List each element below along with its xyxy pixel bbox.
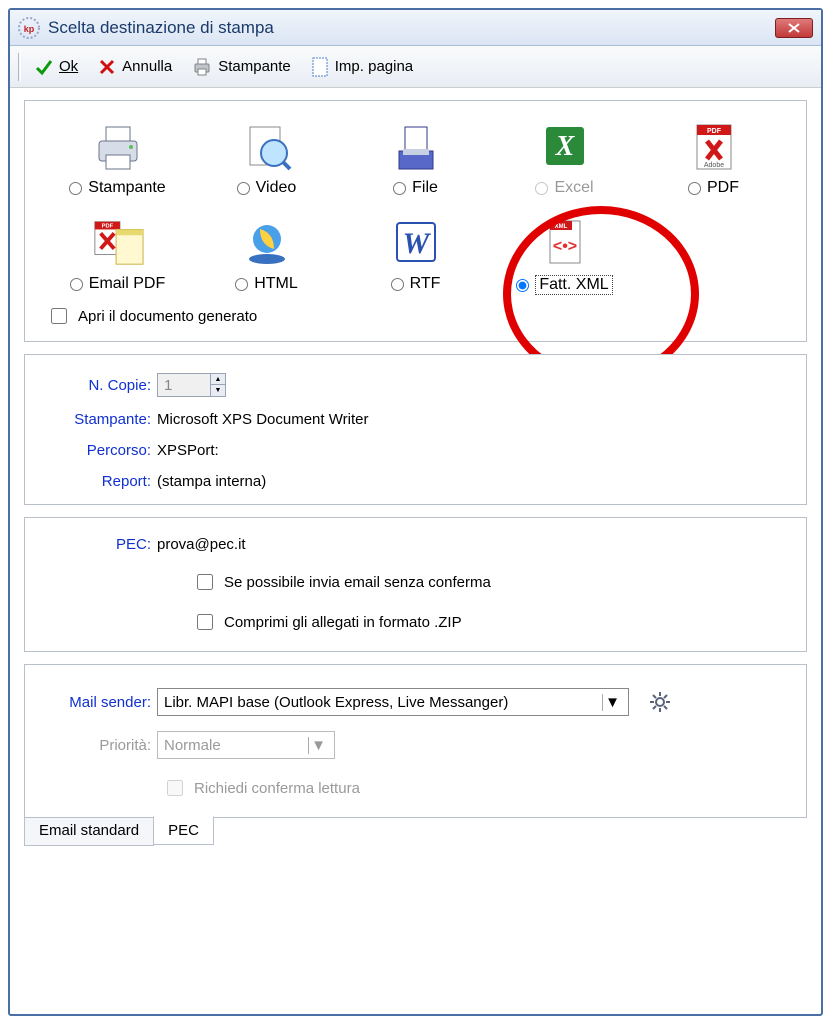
svg-text:PDF: PDF xyxy=(707,128,722,135)
toolbar-separator xyxy=(18,53,21,81)
destination-group: Stampante Video File X xyxy=(24,100,807,342)
percorso-value: XPSPort: xyxy=(157,442,219,459)
report-label: Report: xyxy=(45,473,157,490)
pec-group: PEC: prova@pec.it Se possibile invia ema… xyxy=(24,517,807,652)
xml-dest-icon: XML <•> xyxy=(538,215,592,269)
mail-settings-button[interactable] xyxy=(643,687,677,717)
svg-text:Adobe: Adobe xyxy=(703,162,723,169)
tab-email-standard[interactable]: Email standard xyxy=(24,817,154,846)
title-bar: kp Scelta destinazione di stampa xyxy=(10,10,821,46)
priorita-label: Priorità: xyxy=(45,737,157,754)
stampante-label: Stampante: xyxy=(45,411,157,428)
stampante-value: Microsoft XPS Document Writer xyxy=(157,411,368,428)
spin-up[interactable]: ▲ xyxy=(211,374,225,385)
confirm-read-checkbox: Richiedi conferma lettura xyxy=(163,777,360,799)
pec-label: PEC: xyxy=(45,536,157,553)
pdf-dest-icon: PDF Adobe xyxy=(687,119,741,173)
excel-dest-icon: X xyxy=(538,119,592,173)
radio-file[interactable]: File xyxy=(393,179,438,197)
radio-rtf[interactable]: RTF xyxy=(391,275,441,293)
app-icon: kp xyxy=(18,17,40,39)
ncopie-spinner[interactable]: ▲▼ xyxy=(157,373,226,397)
svg-text:PDF: PDF xyxy=(101,224,113,230)
printer-dest-icon xyxy=(91,119,145,173)
send-noconfirm-checkbox[interactable]: Se possibile invia email senza conferma xyxy=(193,571,491,593)
mail-sender-group: Mail sender: Libr. MAPI base (Outlook Ex… xyxy=(24,664,807,818)
html-dest-icon xyxy=(240,215,294,269)
ncopie-label: N. Copie: xyxy=(45,377,157,394)
tab-pec[interactable]: PEC xyxy=(153,816,214,845)
svg-text:kp: kp xyxy=(24,24,35,34)
pec-email: prova@pec.it xyxy=(157,536,246,553)
check-icon xyxy=(35,58,53,76)
page-icon xyxy=(311,57,329,77)
content-area: Stampante Video File X xyxy=(10,88,821,858)
x-icon xyxy=(98,58,116,76)
radio-pdf[interactable]: PDF xyxy=(688,179,739,197)
radio-html[interactable]: HTML xyxy=(235,275,298,293)
file-dest-icon xyxy=(389,119,443,173)
window-title: Scelta destinazione di stampa xyxy=(48,18,775,38)
compress-zip-checkbox[interactable]: Comprimi gli allegati in formato .ZIP xyxy=(193,611,462,633)
page-setup-button[interactable]: Imp. pagina xyxy=(301,53,423,81)
radio-excel[interactable]: Excel xyxy=(535,179,593,197)
priorita-select: Normale ▼ xyxy=(157,731,335,759)
radio-stampante[interactable]: Stampante xyxy=(69,179,165,197)
video-dest-icon xyxy=(240,119,294,173)
mailsender-select[interactable]: Libr. MAPI base (Outlook Express, Live M… xyxy=(157,688,629,716)
dropdown-arrow-icon[interactable]: ▼ xyxy=(602,694,622,711)
dialog-window: kp Scelta destinazione di stampa Ok Annu… xyxy=(8,8,823,1016)
close-button[interactable] xyxy=(775,18,813,38)
toolbar: Ok Annulla Stampante Imp. pagina xyxy=(10,46,821,88)
svg-text:XML: XML xyxy=(554,224,567,230)
svg-text:W: W xyxy=(402,227,431,260)
percorso-label: Percorso: xyxy=(45,442,157,459)
emailpdf-dest-icon: PDF xyxy=(91,215,145,269)
gear-icon xyxy=(649,691,671,713)
mail-tabs: Email standard PEC xyxy=(24,817,807,846)
ok-button[interactable]: Ok xyxy=(25,54,88,80)
rtf-dest-icon: W xyxy=(389,215,443,269)
report-value: (stampa interna) xyxy=(157,473,266,490)
cancel-button[interactable]: Annulla xyxy=(88,54,182,80)
radio-fattxml[interactable]: Fatt. XML xyxy=(516,275,612,295)
mailsender-label: Mail sender: xyxy=(45,694,157,711)
radio-video[interactable]: Video xyxy=(237,179,297,197)
print-info-group: N. Copie: ▲▼ Stampante: Microsoft XPS Do… xyxy=(24,354,807,505)
dropdown-arrow-icon: ▼ xyxy=(308,737,328,754)
spin-down[interactable]: ▼ xyxy=(211,385,225,396)
svg-text:<•>: <•> xyxy=(552,238,576,255)
svg-text:X: X xyxy=(554,131,575,162)
printer-icon xyxy=(192,57,212,77)
radio-emailpdf[interactable]: Email PDF xyxy=(70,275,165,293)
printer-button[interactable]: Stampante xyxy=(182,53,301,81)
open-generated-checkbox[interactable]: Apri il documento generato xyxy=(47,305,784,327)
